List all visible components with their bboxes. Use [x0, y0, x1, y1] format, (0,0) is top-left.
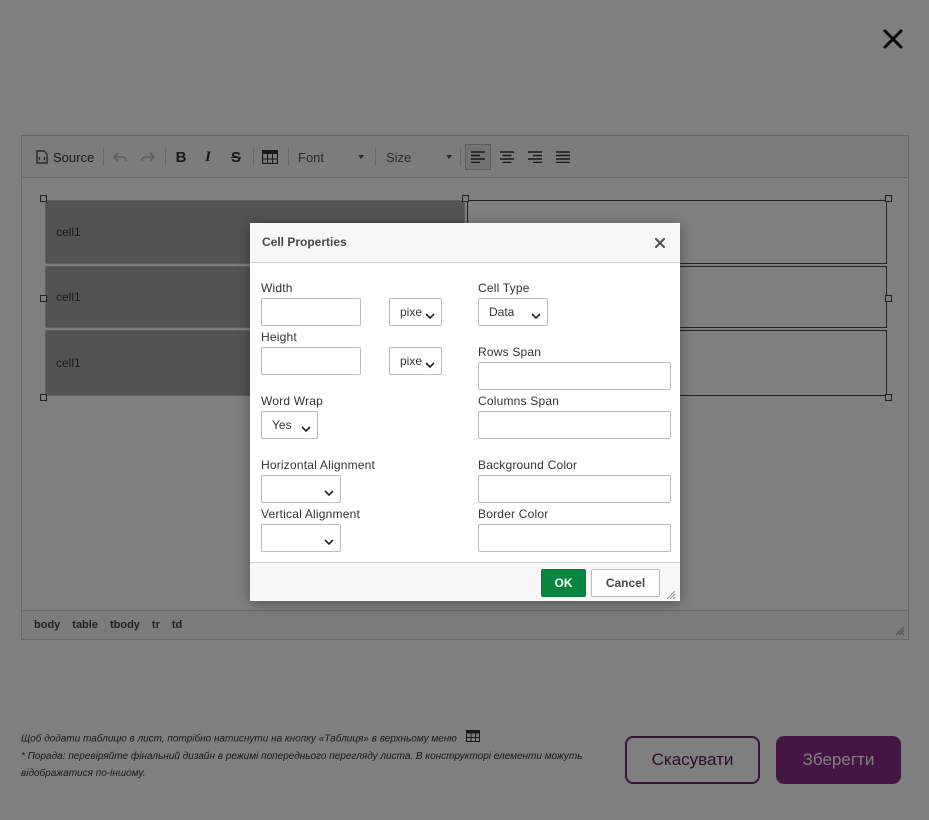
border-color-input[interactable] — [478, 524, 671, 552]
chevron-down-icon — [301, 422, 311, 436]
height-label: Height — [261, 330, 297, 344]
dialog-footer: OK Cancel — [250, 562, 680, 601]
word-wrap-label: Word Wrap — [261, 394, 324, 408]
height-unit-select[interactable]: pixe — [389, 347, 442, 375]
close-icon[interactable] — [652, 235, 668, 251]
height-input[interactable] — [261, 347, 361, 375]
chevron-down-icon — [425, 309, 435, 323]
chevron-down-icon — [531, 309, 541, 323]
width-input[interactable] — [261, 298, 361, 326]
columns-span-input[interactable] — [478, 411, 671, 439]
width-unit-value: pixe — [400, 305, 423, 319]
horizontal-alignment-select[interactable] — [261, 475, 341, 503]
chevron-down-icon — [324, 535, 334, 549]
dialog-title: Cell Properties — [262, 235, 347, 249]
word-wrap-value: Yes — [272, 418, 292, 432]
dialog-header: Cell Properties — [250, 223, 680, 263]
cell-type-value: Data — [489, 305, 515, 319]
word-wrap-select[interactable]: Yes — [261, 411, 318, 439]
horizontal-alignment-label: Horizontal Alignment — [261, 458, 376, 472]
background-color-label: Background Color — [478, 458, 578, 472]
rows-span-input[interactable] — [478, 362, 671, 390]
chevron-down-icon — [425, 358, 435, 372]
width-unit-select[interactable]: pixe — [389, 298, 442, 326]
dialog-cancel-button[interactable]: Cancel — [591, 569, 660, 597]
cell-properties-dialog: Cell Properties Width pixe Height pixe W… — [250, 223, 680, 601]
background-color-input[interactable] — [478, 475, 671, 503]
vertical-alignment-label: Vertical Alignment — [261, 507, 360, 521]
dialog-body: Width pixe Height pixe Word Wrap Yes Hor… — [250, 263, 680, 562]
border-color-label: Border Color — [478, 507, 549, 521]
cell-type-label: Cell Type — [478, 281, 530, 295]
cell-type-select[interactable]: Data — [478, 298, 548, 326]
vertical-alignment-select[interactable] — [261, 524, 341, 552]
ok-button[interactable]: OK — [541, 569, 586, 597]
height-unit-value: pixe — [400, 354, 423, 368]
resize-grip-icon[interactable] — [666, 587, 676, 600]
columns-span-label: Columns Span — [478, 394, 560, 408]
width-label: Width — [261, 281, 293, 295]
chevron-down-icon — [324, 486, 334, 500]
rows-span-label: Rows Span — [478, 345, 542, 359]
